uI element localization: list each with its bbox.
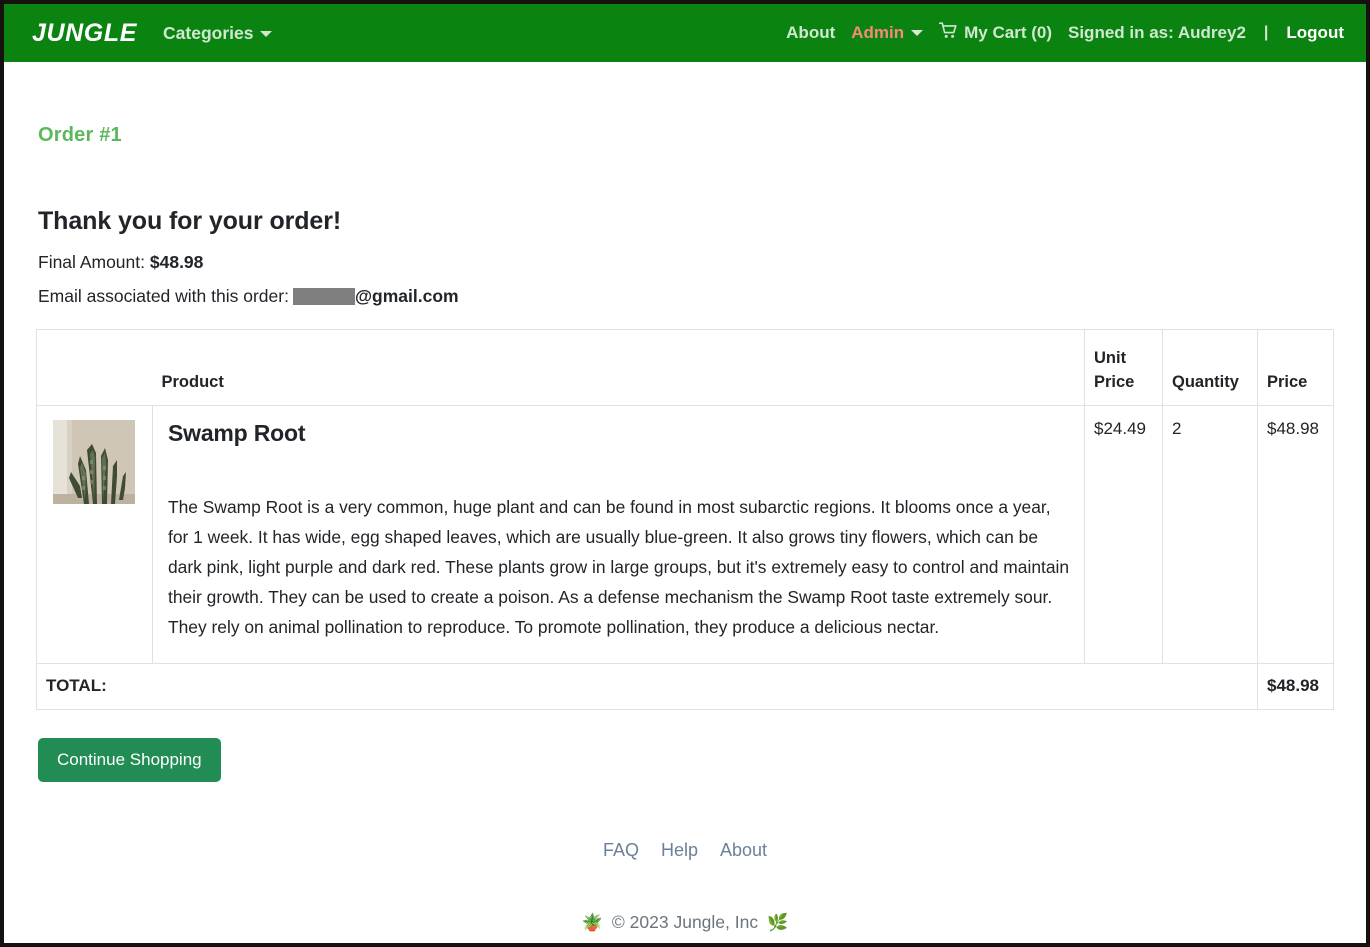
nav-cart-link[interactable]: My Cart (0) — [939, 22, 1052, 44]
product-quantity: 2 — [1162, 405, 1258, 664]
product-image-cell — [36, 405, 153, 664]
order-total-row: TOTAL: $48.98 — [36, 662, 1334, 710]
nav-categories-label: Categories — [163, 22, 254, 43]
order-email-line: Email associated with this order: @gmail… — [38, 286, 1334, 307]
signed-in-label: Signed in as: Audrey2 — [1068, 23, 1246, 42]
product-name: Swamp Root — [168, 420, 306, 446]
footer-link-faq[interactable]: FAQ — [603, 840, 639, 861]
redacted-email-bar — [292, 288, 355, 305]
footer-copyright: 🪴 © 2023 Jungle, Inc 🌿 — [36, 912, 1334, 933]
plant-photo-icon — [46, 420, 143, 504]
column-header-quantity: Quantity — [1162, 329, 1258, 406]
brand-logo[interactable]: JUNGLE — [32, 19, 137, 48]
product-line-price: $48.98 — [1257, 405, 1334, 664]
nav-about-link[interactable]: About — [786, 23, 835, 43]
continue-shopping-button[interactable]: Continue Shopping — [38, 737, 221, 782]
footer-link-about[interactable]: About — [720, 840, 767, 861]
footer-links: FAQ Help About — [36, 840, 1334, 861]
order-total-spacer-3 — [1162, 662, 1258, 710]
final-amount-line: Final Amount: $48.98 — [38, 252, 1334, 273]
order-total-spacer-1 — [152, 662, 1085, 710]
order-total-label: TOTAL: — [36, 662, 153, 710]
order-id-heading: Order #1 — [38, 124, 122, 146]
product-description: The Swamp Root is a very common, huge pl… — [168, 497, 1070, 637]
nav-cart-label: My Cart (0) — [964, 23, 1052, 42]
order-email-domain: @gmail.com — [354, 286, 459, 306]
herb-icon: 🌿 — [767, 912, 789, 932]
column-header-image — [36, 329, 153, 406]
chevron-down-icon — [260, 30, 273, 37]
nav-categories-dropdown[interactable]: Categories — [163, 22, 273, 44]
column-header-price: Price — [1257, 329, 1334, 406]
order-table-body: Swamp Root The Swamp Root is a very comm… — [36, 405, 1334, 710]
logout-link[interactable]: Logout — [1286, 23, 1344, 43]
table-row: Swamp Root The Swamp Root is a very comm… — [36, 405, 1334, 664]
order-total-value: $48.98 — [1257, 662, 1334, 710]
nav-admin-label: Admin — [851, 23, 905, 42]
potted-plant-icon: 🪴 — [581, 912, 603, 932]
order-items-table: Product Unit Price Quantity Price Swamp … — [36, 329, 1334, 710]
column-header-unit-price: Unit Price — [1084, 329, 1163, 406]
order-email-label: Email associated with this order: — [38, 286, 289, 306]
product-details-cell: Swamp Root The Swamp Root is a very comm… — [152, 405, 1085, 664]
shopping-cart-icon — [939, 22, 958, 44]
app-window: JUNGLE Categories About Admin My Cart (0… — [0, 0, 1370, 947]
chevron-down-icon — [911, 30, 924, 36]
copyright-text: © 2023 Jungle, Inc — [611, 911, 759, 932]
order-total-spacer-2 — [1084, 662, 1163, 710]
product-unit-price: $24.49 — [1084, 405, 1163, 664]
main-content: Order #1 Thank you for your order! Final… — [4, 124, 1366, 933]
final-amount-value: $48.98 — [149, 252, 204, 272]
footer-link-help[interactable]: Help — [661, 840, 698, 861]
order-table-head: Product Unit Price Quantity Price — [36, 329, 1334, 406]
navbar-divider: | — [1263, 24, 1269, 41]
column-header-product: Product — [152, 329, 1085, 406]
thank-you-heading: Thank you for your order! — [38, 207, 342, 235]
navbar-right-group: About Admin My Cart (0) Signed in as: Au… — [786, 22, 1344, 44]
order-table-header-row: Product Unit Price Quantity Price — [36, 329, 1334, 406]
main-navbar: JUNGLE Categories About Admin My Cart (0… — [4, 4, 1366, 62]
final-amount-label: Final Amount: — [38, 252, 145, 272]
nav-admin-dropdown[interactable]: Admin — [851, 23, 924, 43]
navbar-left-group: JUNGLE Categories — [32, 19, 273, 48]
